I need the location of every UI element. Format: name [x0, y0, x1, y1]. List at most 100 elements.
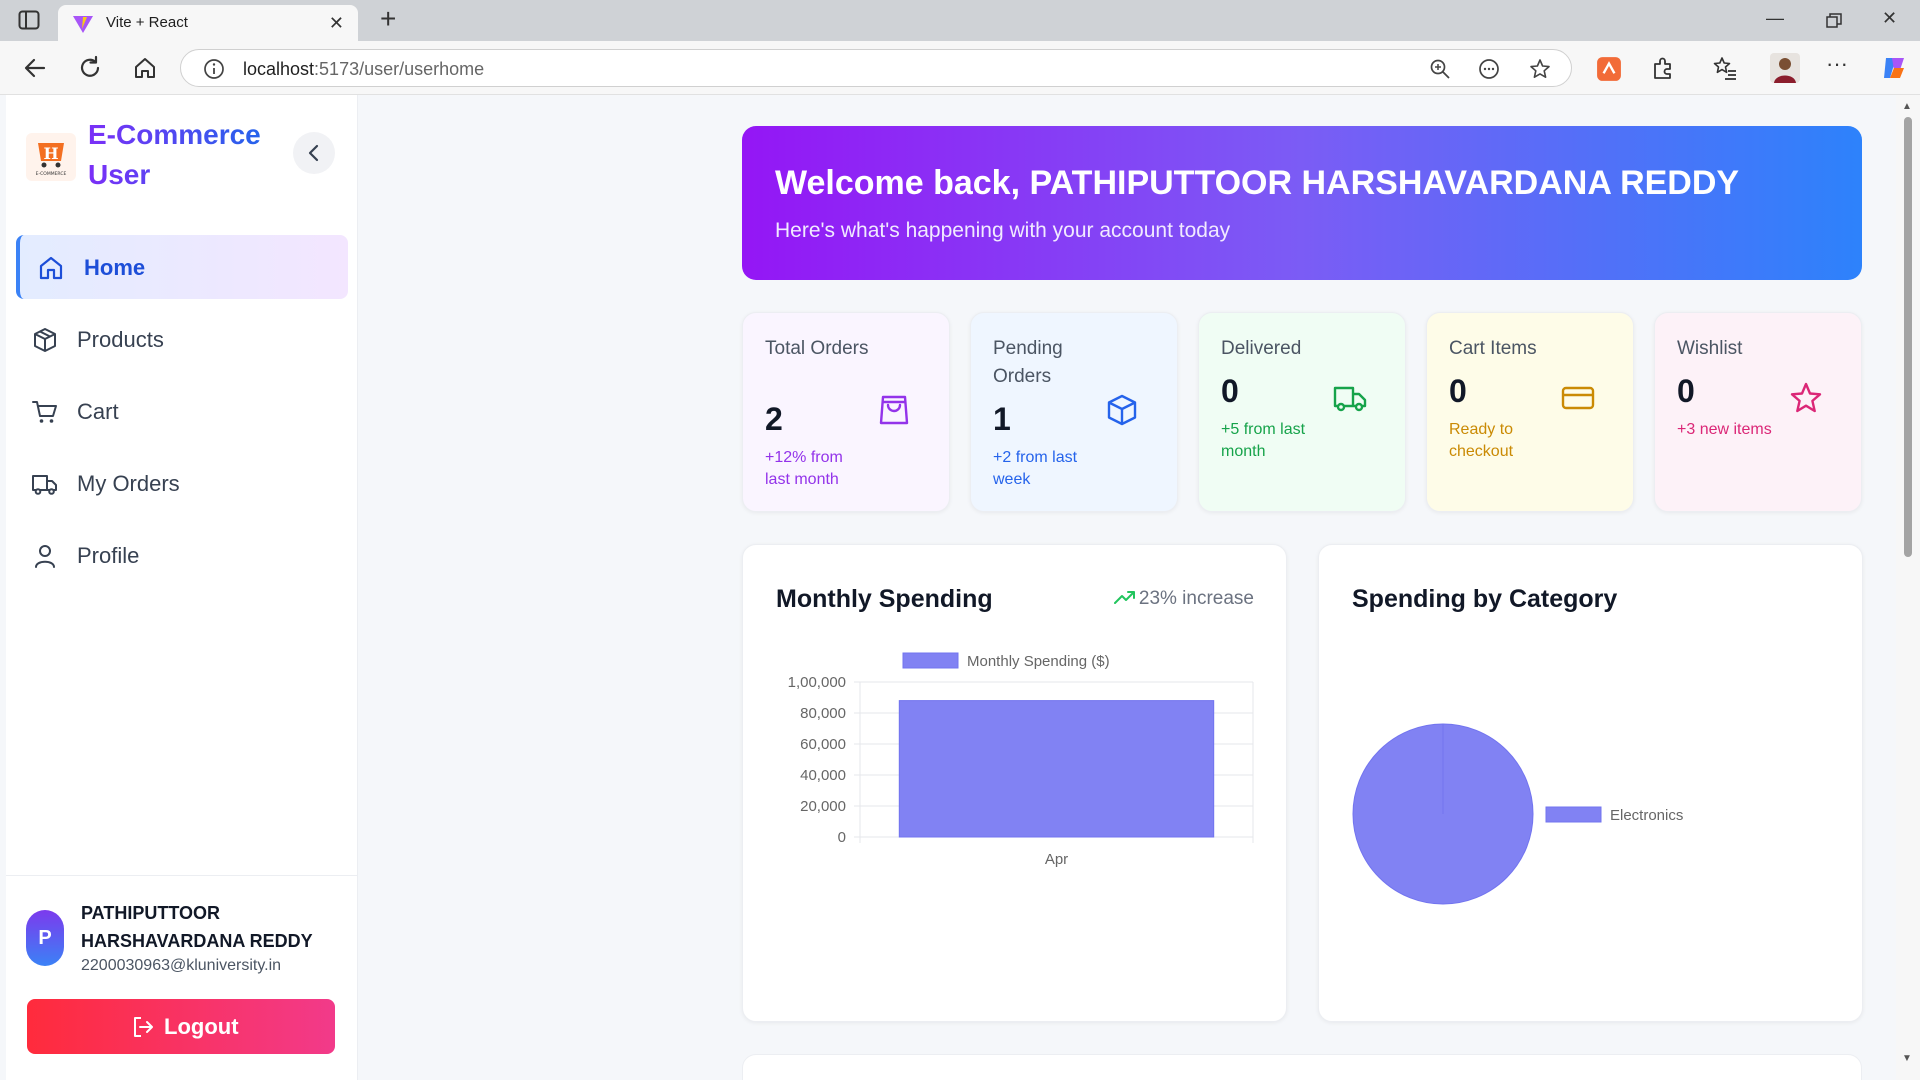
url-host: localhost	[243, 59, 315, 79]
spending-by-category-chart: Electronics	[1352, 723, 1683, 905]
stat-label: Delivered	[1221, 338, 1302, 359]
url-text: localhost:5173/user/userhome	[243, 59, 484, 80]
brand-title: E-Commerce User	[88, 115, 261, 195]
url-path: :5173/user/userhome	[314, 59, 485, 79]
logout-label: Logout	[164, 1014, 239, 1039]
y-tick-label: 60,000	[800, 736, 846, 753]
collapse-sidebar-button[interactable]	[293, 132, 335, 174]
stat-value: 0	[1449, 373, 1467, 409]
y-tick-label: 0	[838, 829, 846, 846]
bar	[898, 700, 1215, 838]
browser-tab[interactable]: Vite + React ✕	[58, 5, 358, 41]
stat-note: +5 from last month	[1221, 421, 1306, 460]
sidebar-toggle-icon[interactable]	[18, 10, 40, 30]
brand-logo: H E-COMMERCE	[26, 133, 76, 181]
user-icon	[35, 545, 55, 568]
avatar: P	[26, 910, 64, 966]
extensions-puzzle-icon[interactable]	[1650, 55, 1676, 81]
favorites-list-icon[interactable]	[1712, 55, 1738, 81]
minimize-icon[interactable]: —	[1766, 8, 1784, 29]
zoom-icon[interactable]	[1429, 58, 1451, 80]
brand-line-2: User	[88, 159, 151, 190]
shopping-bag-icon	[879, 395, 909, 425]
browser-tab-bar: Vite + React ✕ + — ✕	[0, 0, 1920, 41]
page-scrollbar[interactable]: ▲ ▼	[1896, 95, 1920, 1080]
stat-card-delivered: Delivered 0 +5 from last month	[1198, 312, 1406, 512]
x-tick-label: Apr	[1045, 851, 1068, 868]
sidebar-item-label: Cart	[77, 399, 119, 424]
banner-title: Welcome back, PATHIPUTTOOR HARSHAVARDANA…	[775, 164, 1740, 202]
new-tab-icon[interactable]: +	[380, 5, 396, 33]
svg-text:E-COMMERCE: E-COMMERCE	[36, 171, 67, 177]
user-email: 2200030963@kluniversity.in	[81, 957, 282, 974]
cart-icon	[32, 401, 57, 423]
chevron-left-icon	[308, 144, 319, 162]
home-icon	[39, 256, 63, 280]
sidebar-item-profile[interactable]: Profile	[16, 523, 348, 587]
package-icon	[34, 328, 56, 352]
back-icon[interactable]	[22, 55, 48, 81]
stat-value: 1	[993, 401, 1011, 437]
stat-value: 0	[1677, 373, 1695, 409]
monthly-spending-chart: 0 20,000 40,000 60,000 80,000 1,00,000 Apr Mont…	[788, 652, 1254, 868]
extension-orange-icon[interactable]	[1596, 56, 1622, 82]
star-icon	[1790, 382, 1822, 413]
home-browser-icon[interactable]	[132, 55, 158, 81]
sidebar-nav: Home Products Cart My Orders Profile	[16, 235, 348, 595]
close-tab-icon[interactable]: ✕	[329, 13, 344, 34]
legend-swatch	[902, 652, 959, 669]
stat-label: Cart Items	[1449, 338, 1537, 359]
address-bar: localhost:5173/user/userhome ···	[0, 41, 1920, 95]
stat-card-wishlist: Wishlist 0 +3 new items	[1654, 312, 1862, 512]
stat-value: 0	[1221, 373, 1239, 409]
scroll-thumb[interactable]	[1904, 117, 1912, 557]
box-icon	[1107, 394, 1137, 426]
logout-button[interactable]: Logout	[27, 999, 335, 1054]
stat-label: Wishlist	[1677, 338, 1743, 359]
truck-icon	[1333, 386, 1367, 412]
legend-swatch	[1545, 806, 1602, 823]
y-tick-label: 80,000	[800, 705, 846, 722]
truck-icon	[32, 475, 57, 495]
sidebar: H E-COMMERCE E-Commerce User Home Produc…	[6, 95, 358, 1080]
legend-label: Monthly Spending ($)	[967, 653, 1110, 670]
stat-value: 2	[765, 401, 783, 437]
tab-title: Vite + React	[106, 14, 188, 31]
stat-card-total-orders: Total Orders 2 +12% from last month	[742, 312, 950, 512]
spending-by-category-card: Spending by Category Electronics	[1318, 544, 1863, 1022]
profile-avatar-icon[interactable]	[1770, 53, 1800, 83]
stat-note: +12% from last month	[765, 449, 843, 488]
sidebar-item-label: My Orders	[77, 471, 180, 496]
sidebar-item-my-orders[interactable]: My Orders	[16, 451, 348, 515]
y-tick-label: 20,000	[800, 798, 846, 815]
site-info-icon[interactable]	[203, 58, 225, 80]
stat-card-cart-items: Cart Items 0 Ready to checkout	[1426, 312, 1634, 512]
sidebar-item-home[interactable]: Home	[16, 235, 348, 299]
sidebar-item-label: Home	[84, 255, 146, 280]
sidebar-item-label: Profile	[77, 543, 140, 568]
welcome-banner: Welcome back, PATHIPUTTOOR HARSHAVARDANA…	[742, 126, 1862, 280]
legend-label: Electronics	[1610, 807, 1683, 824]
more-options-circle-icon[interactable]	[1478, 58, 1500, 80]
scroll-down-icon[interactable]: ▼	[1902, 1053, 1912, 1064]
stat-note: +3 new items	[1677, 421, 1772, 438]
stat-label: Pending Orders	[993, 338, 1063, 387]
y-tick-label: 1,00,000	[788, 674, 846, 691]
favorite-star-icon[interactable]	[1529, 58, 1551, 80]
sidebar-item-label: Products	[77, 327, 164, 352]
settings-more-icon[interactable]: ···	[1826, 51, 1852, 77]
sidebar-item-products[interactable]: Products	[16, 307, 348, 371]
restore-icon[interactable]	[1826, 13, 1842, 29]
stat-note: +2 from last week	[993, 449, 1078, 488]
shop-logo-icon: H E-COMMERCE	[36, 143, 67, 177]
stat-card-pending-orders: Pending Orders 1 +2 from last week	[970, 312, 1178, 512]
url-field[interactable]: localhost:5173/user/userhome	[180, 49, 1572, 87]
user-panel: P PATHIPUTTOOR HARSHAVARDANA REDDY 22000…	[6, 875, 358, 1080]
close-window-icon[interactable]: ✕	[1882, 8, 1897, 29]
reload-icon[interactable]	[77, 55, 103, 81]
scroll-up-icon[interactable]: ▲	[1902, 101, 1912, 112]
logout-icon	[134, 1017, 153, 1037]
banner-subtitle: Here's what's happening with your accoun…	[775, 219, 1231, 242]
sidebar-item-cart[interactable]: Cart	[16, 379, 348, 443]
copilot-icon[interactable]	[1880, 54, 1908, 82]
